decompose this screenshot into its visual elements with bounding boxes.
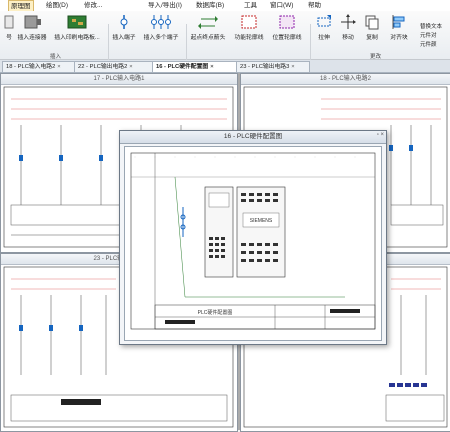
menu-database[interactable]: 数据库(B) [194,0,226,11]
ribbon-toolbar: 号 插入连接器 插入印刷电路板... 插入端子 插入多个端子 起点终点箭头 功能… [0,11,450,66]
menu-window[interactable]: 窗口(W) [268,0,295,11]
title-block: PLC硬件配置图 [154,304,376,330]
tab-plc-hardware[interactable]: 16 - PLC硬件配置图 × [152,61,240,72]
ribbon-group-modify: 更改 [370,54,382,60]
stretch-button[interactable]: 拉伸 [314,13,334,41]
document-tab-bar: 18 - PLC输入电路2 × 22 - PLC输出电路2 × 16 - PLC硬件… [0,60,450,73]
menu-draw[interactable]: 绘图(D) [44,0,70,11]
replace-text-item[interactable]: 替换文本 [420,23,450,32]
ribbon-side-list: 替换文本 元件对 元件颜 [420,23,450,50]
close-icon[interactable]: × [210,64,213,70]
insert-connector-button[interactable]: 插入连接器 [14,13,50,41]
align-icon [392,15,405,29]
grid-dots [134,156,356,158]
window-plc-hardware[interactable]: 16 - PLC硬件配置图 ▫ × SIEMENS PLC硬件配置图 [119,130,387,345]
move-button[interactable]: 移动 [338,13,358,41]
insert-pcb-button[interactable]: 插入印刷电路板... [50,13,104,41]
plc-brand-label: SIEMENS [250,218,273,224]
number-icon [4,15,14,29]
stretch-icon [317,15,331,27]
plc-cpu-module[interactable] [204,186,234,278]
close-icon[interactable]: × [129,64,132,70]
copy-icon [365,15,379,30]
multi-terminal-icon [151,15,171,29]
menu-import-export[interactable]: 导入/导出(I) [146,0,184,11]
location-outline-icon [279,15,295,29]
menu-schematic[interactable]: 原理图 [8,0,34,11]
ribbon-group-insert: 插入 [50,54,62,60]
tab-plc-output-2[interactable]: 22 - PLC输出电路2 × [74,61,156,72]
move-icon [341,14,356,29]
tab-plc-input-2[interactable]: 18 - PLC输入电路2 × [2,61,78,72]
insert-multiple-terminals-button[interactable]: 插入多个端子 [140,13,182,41]
window-title: 18 - PLC输入电路2 [241,74,450,85]
function-outline-button[interactable]: 功能轮廓线 [232,13,266,41]
tab-plc-output-3[interactable]: 23 - PLC输出电路3 × [236,61,310,72]
location-outline-button[interactable]: 位置轮廓线 [268,13,306,41]
window-title: 16 - PLC硬件配置图 [120,131,386,144]
window-controls[interactable]: ▫ × [377,132,384,138]
title-block-label: PLC硬件配置图 [198,309,233,316]
component-pair-item[interactable]: 元件对 [420,32,450,41]
connector-icon [24,15,41,29]
menu-tools[interactable]: 工具 [242,0,259,11]
terminal-icon [120,15,128,29]
function-outline-icon [241,15,257,29]
menu-help[interactable]: 帮助 [306,0,323,11]
pcb-icon [67,15,87,29]
component-color-item[interactable]: 元件颜 [420,41,450,50]
copy-button[interactable]: 复制 [362,13,382,41]
align-block-button[interactable]: 对齐块 [386,13,412,41]
menu-modify[interactable]: 修改... [82,0,104,11]
close-icon[interactable]: × [57,64,60,70]
terminal-symbol [180,207,186,237]
arrow-icon [198,16,218,29]
start-end-arrow-button[interactable]: 起点终点箭头 [188,13,228,41]
window-title: 17 - PLC输入电路1 [1,74,237,85]
insert-terminal-button[interactable]: 插入端子 [110,13,138,41]
hardware-canvas[interactable]: SIEMENS PLC硬件配置图 [125,147,381,340]
mdi-workspace: 17 - PLC输入电路1 18 - PLC输入电路2 23 - 16 - PL… [0,73,450,432]
close-icon[interactable]: × [291,64,294,70]
plc-io-module[interactable]: SIEMENS [236,186,286,278]
